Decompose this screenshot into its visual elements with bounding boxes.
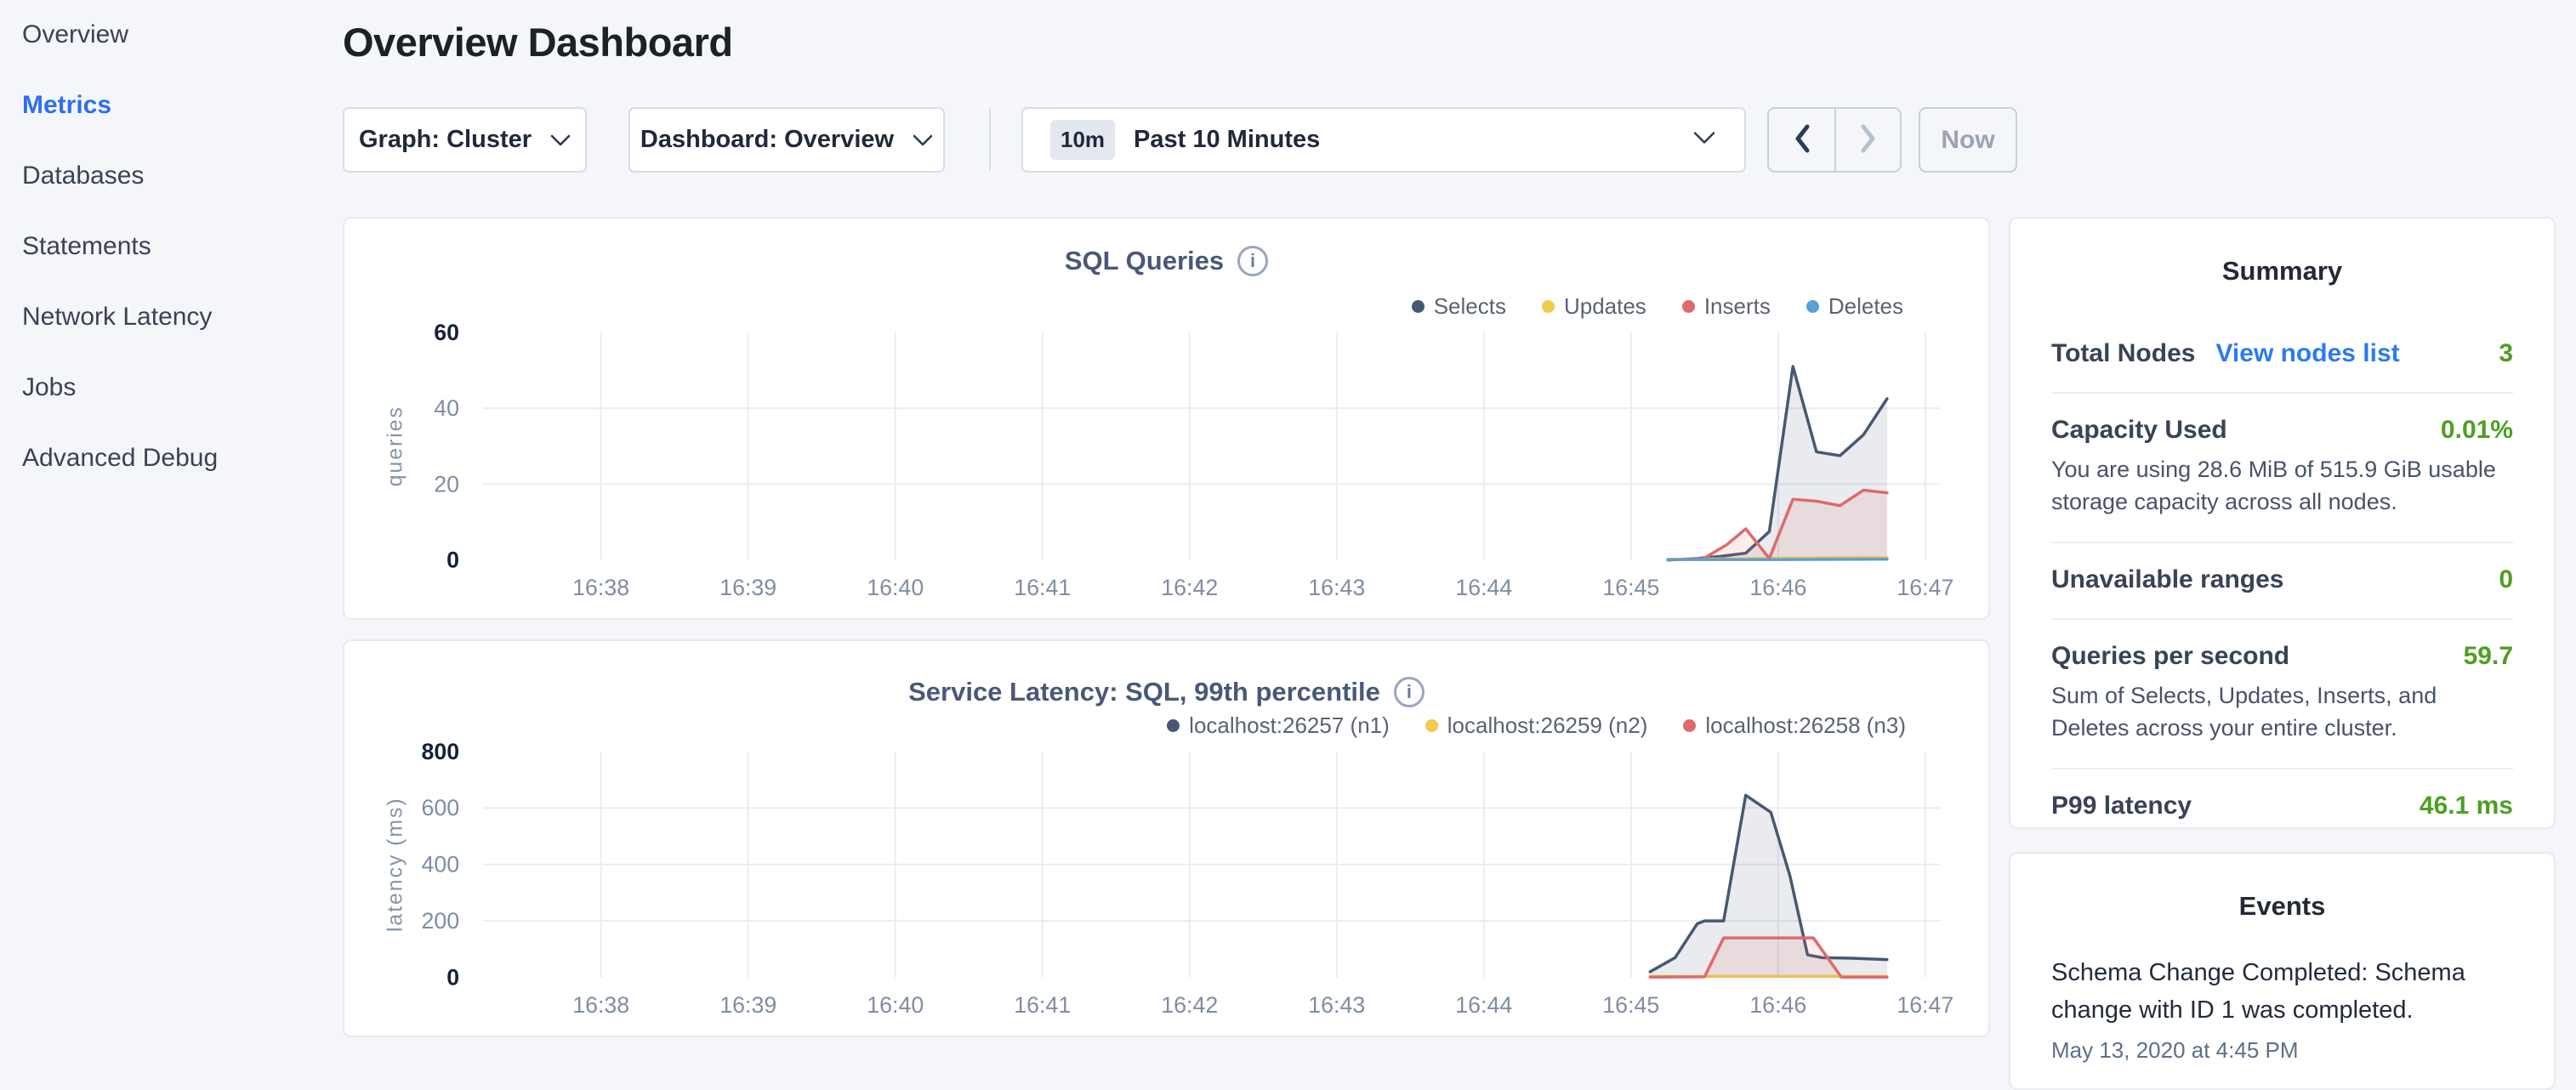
svg-text:16:44: 16:44 — [1455, 992, 1512, 1018]
summary-row-value: 0 — [2499, 565, 2513, 594]
svg-text:16:47: 16:47 — [1896, 575, 1953, 600]
svg-text:16:39: 16:39 — [719, 575, 776, 600]
divider — [989, 109, 991, 171]
now-button[interactable]: Now — [1919, 107, 2017, 173]
svg-text:16:42: 16:42 — [1161, 575, 1218, 600]
svg-text:16:46: 16:46 — [1749, 575, 1806, 600]
chevron-down-icon — [550, 126, 571, 154]
sql-queries-chart-card: SQL Queries i SelectsUpdatesInsertsDelet… — [343, 217, 1990, 620]
controls-bar: Graph: Cluster Dashboard: Overview 10m P… — [343, 107, 2017, 173]
view-nodes-list-link[interactable]: View nodes list — [2215, 339, 2399, 368]
svg-text:16:42: 16:42 — [1161, 992, 1218, 1018]
chevron-left-icon — [1791, 122, 1813, 158]
summary-row-label: Unavailable ranges — [2051, 565, 2283, 594]
event-item: Schema Change Completed: Schema change w… — [2051, 954, 2513, 1064]
svg-text:16:44: 16:44 — [1455, 575, 1512, 600]
sidebar-item-metrics[interactable]: Metrics — [22, 91, 340, 120]
summary-row-value: 59.7 — [2464, 642, 2513, 671]
summary-row: Queries per second 59.7 Sum of Selects, Up… — [2051, 620, 2513, 769]
svg-text:800: 800 — [422, 739, 460, 764]
service-latency-chart[interactable]: 16:38 16:39 16:40 16:41 16:42 16:43 16:44 16:45… — [344, 641, 1988, 1036]
summary-panel: Summary Total Nodes View nodes list 3 Capac… — [2009, 217, 2556, 829]
page-title: Overview Dashboard — [343, 19, 733, 65]
svg-text:16:47: 16:47 — [1896, 992, 1953, 1018]
event-text: Schema Change Completed: Schema change w… — [2051, 954, 2513, 1029]
summary-row-description: You are using 28.6 MiB of 515.9 GiB usab… — [2051, 453, 2513, 518]
svg-text:200: 200 — [422, 908, 460, 934]
time-back-button[interactable] — [1769, 109, 1834, 171]
sidebar-item-network-latency[interactable]: Network Latency — [22, 303, 340, 332]
summary-row-description: Sum of Selects, Updates, Inserts, and De… — [2051, 679, 2513, 744]
time-forward-button[interactable] — [1834, 109, 1900, 171]
svg-text:latency (ms): latency (ms) — [384, 797, 407, 932]
summary-title: Summary — [2051, 256, 2513, 287]
summary-row: Unavailable ranges 0 — [2051, 543, 2513, 620]
svg-text:16:41: 16:41 — [1014, 575, 1071, 600]
summary-row: P99 latency 46.1 ms — [2051, 769, 2513, 844]
sidebar-item-jobs[interactable]: Jobs — [22, 373, 340, 402]
summary-rows: Total Nodes View nodes list 3 Capacity Used… — [2051, 317, 2513, 844]
svg-text:600: 600 — [422, 795, 460, 820]
svg-text:16:41: 16:41 — [1014, 992, 1071, 1018]
events-list: Schema Change Completed: Schema change w… — [2051, 954, 2513, 1064]
chevron-down-icon — [1693, 131, 1715, 149]
time-range-selector[interactable]: 10m Past 10 Minutes — [1021, 107, 1746, 173]
summary-row-label: Queries per second — [2051, 642, 2289, 671]
svg-text:20: 20 — [434, 471, 459, 497]
chevron-down-icon — [913, 126, 933, 154]
events-title: Events — [2051, 891, 2513, 922]
sidebar-item-databases[interactable]: Databases — [22, 162, 340, 190]
summary-row-label: Capacity Used — [2051, 416, 2227, 445]
svg-text:16:43: 16:43 — [1308, 992, 1365, 1018]
svg-text:16:43: 16:43 — [1308, 575, 1365, 600]
svg-text:queries: queries — [384, 406, 407, 486]
svg-text:16:40: 16:40 — [867, 992, 924, 1018]
chevron-right-icon — [1857, 122, 1879, 158]
sidebar: Overview Metrics Databases Statements Networ… — [0, 0, 340, 514]
events-panel: Events Schema Change Completed: Schema c… — [2009, 852, 2556, 1090]
summary-row: Capacity Used 0.01% You are using 28.6 MiB… — [2051, 394, 2513, 543]
svg-text:16:46: 16:46 — [1749, 992, 1806, 1018]
svg-text:0: 0 — [446, 965, 459, 991]
sql-queries-chart[interactable]: 16:38 16:39 16:40 16:41 16:42 16:43 16:44 16:45… — [344, 219, 1988, 618]
summary-row-value: 3 — [2499, 339, 2513, 368]
summary-row-label: Total Nodes — [2051, 339, 2195, 368]
svg-text:16:39: 16:39 — [719, 992, 776, 1018]
dashboard-label: Dashboard: Overview — [640, 126, 894, 154]
sidebar-item-overview[interactable]: Overview — [22, 20, 340, 49]
svg-text:0: 0 — [446, 548, 459, 573]
time-range-label: Past 10 Minutes — [1134, 126, 1320, 154]
summary-row-label: P99 latency — [2051, 792, 2192, 820]
graph-scope-label: Graph: Cluster — [359, 126, 532, 154]
summary-row: Total Nodes View nodes list 3 — [2051, 317, 2513, 394]
sidebar-item-statements[interactable]: Statements — [22, 232, 340, 261]
svg-text:16:38: 16:38 — [572, 992, 629, 1018]
svg-text:400: 400 — [422, 852, 460, 877]
time-step-buttons — [1767, 107, 1902, 173]
svg-text:16:45: 16:45 — [1602, 575, 1659, 600]
svg-text:40: 40 — [434, 395, 459, 421]
svg-text:16:38: 16:38 — [572, 575, 629, 600]
svg-text:16:40: 16:40 — [867, 575, 924, 600]
dashboard-dropdown[interactable]: Dashboard: Overview — [628, 107, 945, 173]
time-range-badge: 10m — [1050, 120, 1115, 160]
summary-row-value: 46.1 ms — [2420, 792, 2513, 820]
graph-scope-dropdown[interactable]: Graph: Cluster — [343, 107, 587, 173]
sidebar-item-advanced-debug[interactable]: Advanced Debug — [22, 444, 340, 473]
svg-text:60: 60 — [434, 320, 459, 345]
summary-row-value: 0.01% — [2441, 416, 2513, 445]
service-latency-chart-card: Service Latency: SQL, 99th percentile i … — [343, 639, 1990, 1037]
svg-text:16:45: 16:45 — [1602, 992, 1659, 1018]
